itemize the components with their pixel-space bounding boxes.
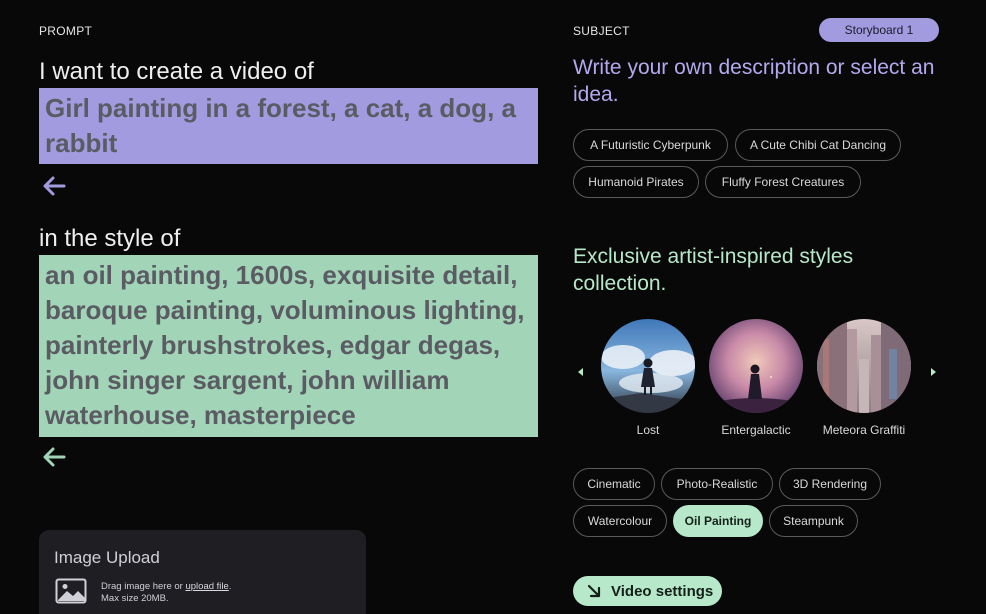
style-card-label: Entergalactic — [721, 423, 791, 437]
style-chip[interactable]: Cinematic — [573, 468, 655, 500]
idea-chip[interactable]: Humanoid Pirates — [573, 166, 699, 198]
entergalactic-thumbnail — [709, 319, 803, 413]
style-card-entergalactic[interactable]: Entergalactic — [709, 319, 803, 437]
image-icon — [55, 578, 87, 604]
image-upload-title: Image Upload — [54, 548, 160, 567]
back-arrow-icon — [43, 176, 66, 196]
arrow-down-right-icon — [587, 584, 601, 598]
subject-panel: SUBJECT Storyboard 1 Write your own desc… — [573, 0, 953, 614]
style-prompt-input[interactable]: an oil painting, 1600s, exquisite detail… — [39, 255, 538, 437]
style-chip[interactable]: Photo-Realistic — [661, 468, 773, 500]
idea-chip[interactable]: A Futuristic Cyberpunk — [573, 129, 728, 161]
chevron-left-icon — [578, 368, 583, 376]
upload-instructions: Drag image here or upload file. Max size… — [101, 581, 231, 605]
style-chip-selected[interactable]: Oil Painting — [673, 505, 763, 537]
style-card-meteora-graffiti[interactable]: Meteora Graffiti — [817, 319, 911, 437]
upload-drag-text: Drag image here or — [101, 581, 186, 592]
style-chip[interactable]: Watercolour — [573, 505, 667, 537]
style-lead-text: in the style of — [39, 225, 181, 252]
subject-back-button[interactable] — [41, 175, 67, 197]
meteora-graffiti-thumbnail — [817, 319, 911, 413]
style-back-button[interactable] — [41, 446, 67, 468]
back-arrow-icon — [43, 447, 66, 467]
chevron-right-icon — [931, 368, 936, 376]
video-settings-button[interactable]: Video settings — [573, 576, 722, 606]
prompt-section-label: PROMPT — [39, 24, 93, 38]
lost-thumbnail — [601, 319, 695, 413]
style-card-lost[interactable]: Lost — [601, 319, 695, 437]
subject-section-label: SUBJECT — [573, 24, 630, 38]
subject-heading: Write your own description or select an … — [573, 56, 935, 106]
upload-drag-suffix: . — [228, 581, 232, 592]
prompt-panel: PROMPT I want to create a video of Girl … — [39, 0, 539, 614]
style-chip[interactable]: 3D Rendering — [779, 468, 881, 500]
subject-prompt-input[interactable]: Girl painting in a forest, a cat, a dog,… — [39, 88, 538, 164]
carousel-prev-button[interactable] — [575, 365, 587, 379]
style-card-label: Meteora Graffiti — [822, 423, 906, 437]
styles-heading: Exclusive artist-inspired styles collect… — [573, 245, 854, 295]
subject-lead-text: I want to create a video of — [39, 58, 314, 85]
idea-chip[interactable]: A Cute Chibi Cat Dancing — [735, 129, 901, 161]
storyboard-selector[interactable]: Storyboard 1 — [819, 18, 939, 42]
image-upload-dropzone[interactable]: Image Upload Drag image here or upload f… — [39, 530, 366, 614]
style-card-label: Lost — [636, 423, 660, 437]
video-settings-label: Video settings — [611, 582, 714, 600]
upload-file-link[interactable]: upload file — [185, 581, 228, 592]
carousel-next-button[interactable] — [927, 365, 939, 379]
idea-chip[interactable]: Fluffy Forest Creatures — [705, 166, 861, 198]
upload-max-size: Max size 20MB. — [101, 593, 169, 604]
style-chip[interactable]: Steampunk — [769, 505, 858, 537]
